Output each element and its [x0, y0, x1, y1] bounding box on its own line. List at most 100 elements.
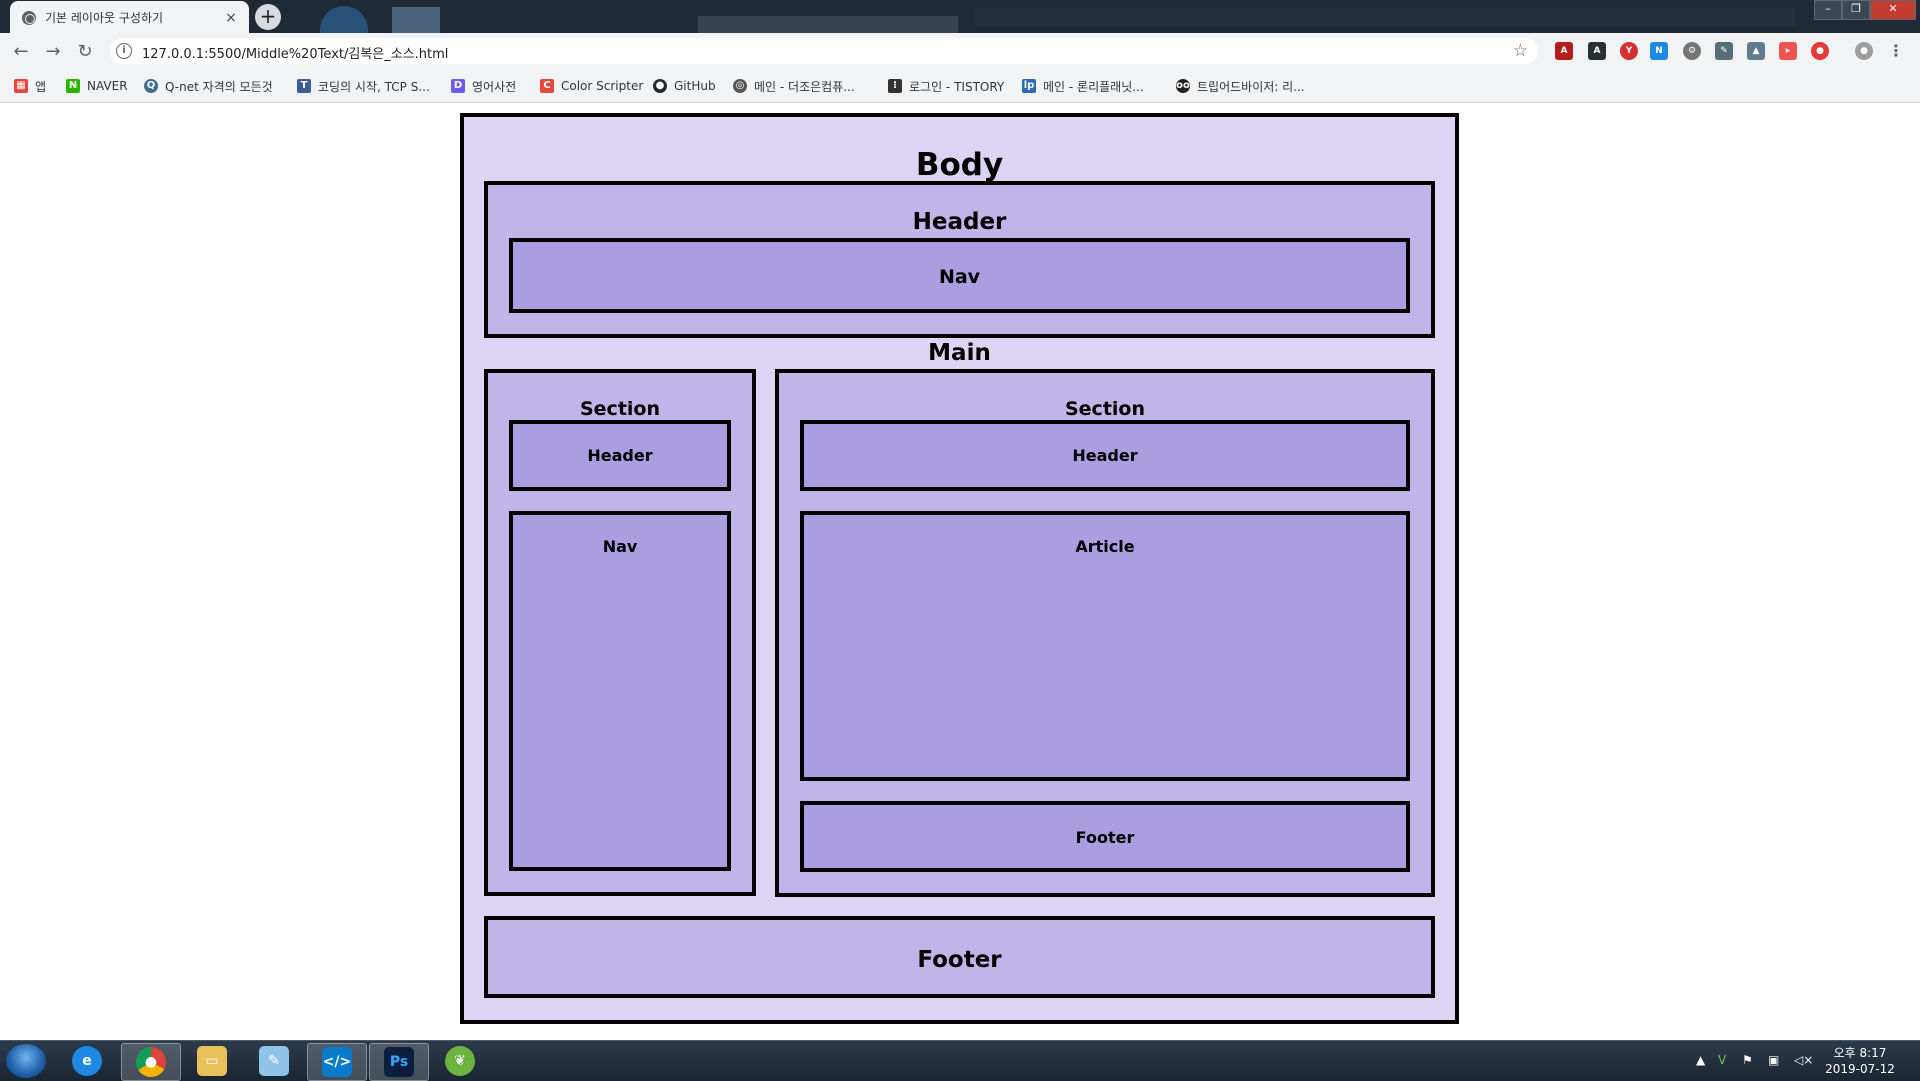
bookmark-qnet[interactable]: Q Q-net 자격의 모든것 [144, 78, 273, 94]
vs-code-icon: </> [322, 1047, 352, 1077]
gear-extension-icon[interactable]: ⚙ [1683, 42, 1701, 60]
bookmark-label: NAVER [87, 79, 128, 93]
github-icon: ● [653, 79, 667, 93]
taskbar-clock[interactable]: 오후 8:17 2019-07-12 [1820, 1045, 1900, 1077]
new-extension-icon[interactable]: N [1650, 42, 1668, 60]
bookmark-label: 메인 - 론리플래닛... [1043, 79, 1144, 94]
right-section-title: Section [1064, 398, 1145, 420]
acrobat-extension-icon[interactable]: A [1555, 42, 1573, 60]
browser-tab-active[interactable]: 기본 레이아웃 구성하기 × [10, 1, 249, 34]
bookmark-lonelyplanet[interactable]: lp 메인 - 론리플래닛... [1022, 78, 1144, 94]
tray-network-icon[interactable]: ▣ [1768, 1053, 1779, 1067]
dictionary-icon: D [451, 79, 465, 93]
bookmark-star-icon[interactable]: ☆ [1513, 41, 1528, 61]
article-label: Article [1075, 537, 1135, 556]
right-section-header-label: Header [1072, 446, 1138, 465]
taskbar-photoshop[interactable]: Ps [369, 1043, 429, 1081]
bookmark-tripadvisor[interactable]: oo 트립어드바이저: 리... [1176, 78, 1305, 94]
browser-titlebar: 기본 레이아웃 구성하기 × + – ❐ ✕ [0, 0, 1920, 34]
tistory-icon: ⁝ [888, 79, 902, 93]
taskbar-notepad[interactable]: ✎ [245, 1043, 303, 1079]
tab-title: 기본 레이아웃 구성하기 [45, 11, 164, 25]
tray-volume-muted-icon[interactable]: ◁× [1794, 1053, 1813, 1067]
background-window [698, 16, 958, 33]
article-block: Article [800, 511, 1410, 781]
taskbar-spring-tool[interactable]: ❦ [431, 1043, 489, 1079]
bookmark-thejoeun[interactable]: ◎ 메인 - 더조은컴퓨... [733, 78, 855, 94]
globe-icon: ◎ [733, 79, 747, 93]
background-window [320, 6, 368, 33]
left-section-header-label: Header [587, 446, 653, 465]
forward-arrow-icon[interactable]: → [42, 42, 64, 62]
bookmark-label: 트립어드바이저: 리... [1197, 79, 1305, 94]
url-text[interactable]: 127.0.0.1:5500/Middle%20Text/김복은_소스.html [142, 43, 448, 62]
font-extension-icon[interactable]: A [1588, 42, 1606, 60]
bookmarks-bar: ▦ 앱 N NAVER Q Q-net 자격의 모든것 T 코딩의 시작, TC… [0, 69, 1920, 103]
bookmark-label: 메인 - 더조은컴퓨... [754, 79, 855, 94]
outer-nav-label: Nav [938, 266, 981, 288]
background-window [975, 8, 1795, 26]
body-title: Body [915, 147, 1004, 183]
photoshop-icon: Ps [384, 1047, 414, 1077]
bookmark-label: 코딩의 시작, TCP S... [318, 79, 430, 94]
close-icon[interactable]: × [223, 10, 239, 26]
outer-footer-label: Footer [917, 947, 1002, 973]
left-section-nav-label: Nav [602, 537, 638, 556]
bookmark-color-scripter[interactable]: C Color Scripter [540, 78, 643, 94]
bookmark-label: 영어사전 [472, 79, 517, 94]
new-tab-button[interactable]: + [255, 4, 281, 30]
internet-explorer-icon: e [72, 1046, 102, 1076]
right-section-footer-label: Footer [1075, 828, 1135, 847]
maximize-button[interactable]: ❐ [1842, 0, 1870, 20]
right-section-footer-block: Footer [800, 801, 1410, 872]
minimize-button[interactable]: – [1814, 0, 1842, 20]
info-icon[interactable]: i [116, 43, 132, 59]
background-window [392, 7, 440, 33]
bookmark-label: Q-net 자격의 모든것 [165, 79, 273, 94]
apps-grid-icon: ▦ [14, 79, 28, 93]
bookmark-github[interactable]: ● GitHub [653, 78, 716, 94]
window-close-button[interactable]: ✕ [1870, 0, 1916, 20]
clock-time: 오후 8:17 [1833, 1046, 1887, 1060]
taskbar-chrome[interactable]: ● [121, 1043, 181, 1081]
back-arrow-icon[interactable]: ← [10, 42, 32, 62]
taskbar-vs-code[interactable]: </> [307, 1043, 367, 1081]
tray-v-icon[interactable]: V [1718, 1053, 1726, 1067]
bookmark-label: 앱 [35, 79, 47, 94]
bookmark-label: 로그인 - TISTORY [909, 79, 1005, 94]
lonelyplanet-icon: lp [1022, 79, 1036, 93]
tray-expand-icon[interactable]: ▲ [1696, 1053, 1705, 1067]
tcp-school-icon: T [297, 79, 311, 93]
left-section-header-block: Header [509, 420, 731, 491]
outer-footer-block: Footer [484, 916, 1435, 998]
taskbar-internet-explorer[interactable]: e [58, 1043, 116, 1079]
bookmark-tistory[interactable]: ⁝ 로그인 - TISTORY [888, 78, 1004, 94]
bookmark-dictionary[interactable]: D 영어사전 [451, 78, 516, 94]
left-section-title: Section [579, 398, 660, 420]
naver-icon: N [66, 79, 80, 93]
bookmark-label: GitHub [674, 79, 716, 93]
start-button[interactable] [6, 1044, 46, 1078]
qnet-icon: Q [144, 79, 158, 93]
spring-leaf-icon: ❦ [445, 1046, 475, 1076]
cursor-extension-icon[interactable]: ▸ [1779, 42, 1797, 60]
main-title: Main [928, 340, 991, 366]
bookmark-naver[interactable]: N NAVER [66, 78, 128, 94]
bookmark-tcp-school[interactable]: T 코딩의 시작, TCP S... [297, 78, 430, 94]
tray-flag-icon[interactable]: ⚑ [1742, 1053, 1753, 1067]
reload-icon[interactable]: ↻ [74, 42, 96, 62]
address-bar[interactable]: i 127.0.0.1:5500/Middle%20Text/김복은_소스.ht… [110, 38, 1538, 64]
fox-extension-icon[interactable]: ▲ [1747, 42, 1765, 60]
tripadvisor-icon: oo [1176, 79, 1190, 93]
clock-date: 2019-07-12 [1825, 1062, 1895, 1076]
stop-extension-icon[interactable]: ● [1811, 42, 1829, 60]
color-scripter-icon: C [540, 79, 554, 93]
notepad-icon: ✎ [259, 1046, 289, 1076]
profile-avatar-icon[interactable]: ● [1855, 42, 1873, 60]
eyedropper-extension-icon[interactable]: ✎ [1715, 42, 1733, 60]
bookmark-apps[interactable]: ▦ 앱 [14, 78, 46, 94]
outer-nav-block: Nav [509, 238, 1410, 313]
yab-extension-icon[interactable]: Y [1620, 42, 1638, 60]
menu-kebab-icon[interactable]: ⋮ [1887, 42, 1905, 60]
taskbar-file-explorer[interactable]: ▭ [183, 1043, 241, 1079]
